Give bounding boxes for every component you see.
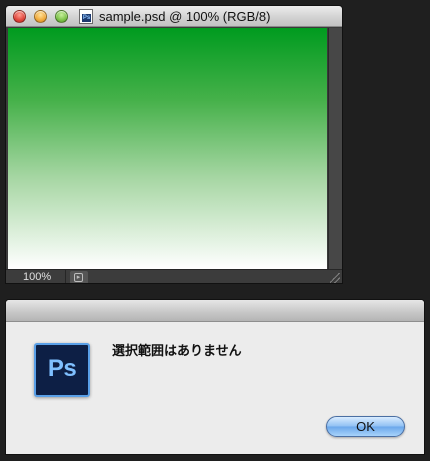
minimize-window-button[interactable]: [34, 10, 47, 23]
image-canvas[interactable]: [8, 28, 327, 269]
vertical-scrollbar[interactable]: [328, 28, 342, 269]
document-status-bar: 100% ▸: [6, 269, 342, 283]
ok-button[interactable]: OK: [326, 416, 405, 437]
zoom-level-field[interactable]: 100%: [8, 270, 66, 283]
document-window: Ps sample.psd @ 100% (RGB/8) 100% ▸: [5, 5, 343, 284]
alert-dialog: Ps 選択範囲はありません OK: [5, 299, 425, 455]
status-info-icon: ▸: [74, 273, 83, 282]
status-menu-button[interactable]: ▸: [70, 271, 88, 283]
alert-message: 選択範囲はありません: [112, 344, 242, 359]
resize-grip-icon[interactable]: [330, 273, 340, 283]
zoom-window-button[interactable]: [55, 10, 68, 23]
alert-titlebar: [6, 300, 424, 322]
document-title: sample.psd @ 100% (RGB/8): [99, 9, 271, 24]
ps-document-icon[interactable]: Ps: [79, 9, 93, 24]
document-titlebar[interactable]: Ps sample.psd @ 100% (RGB/8): [6, 6, 342, 27]
photoshop-app-icon: Ps: [34, 343, 90, 397]
close-window-button[interactable]: [13, 10, 26, 23]
